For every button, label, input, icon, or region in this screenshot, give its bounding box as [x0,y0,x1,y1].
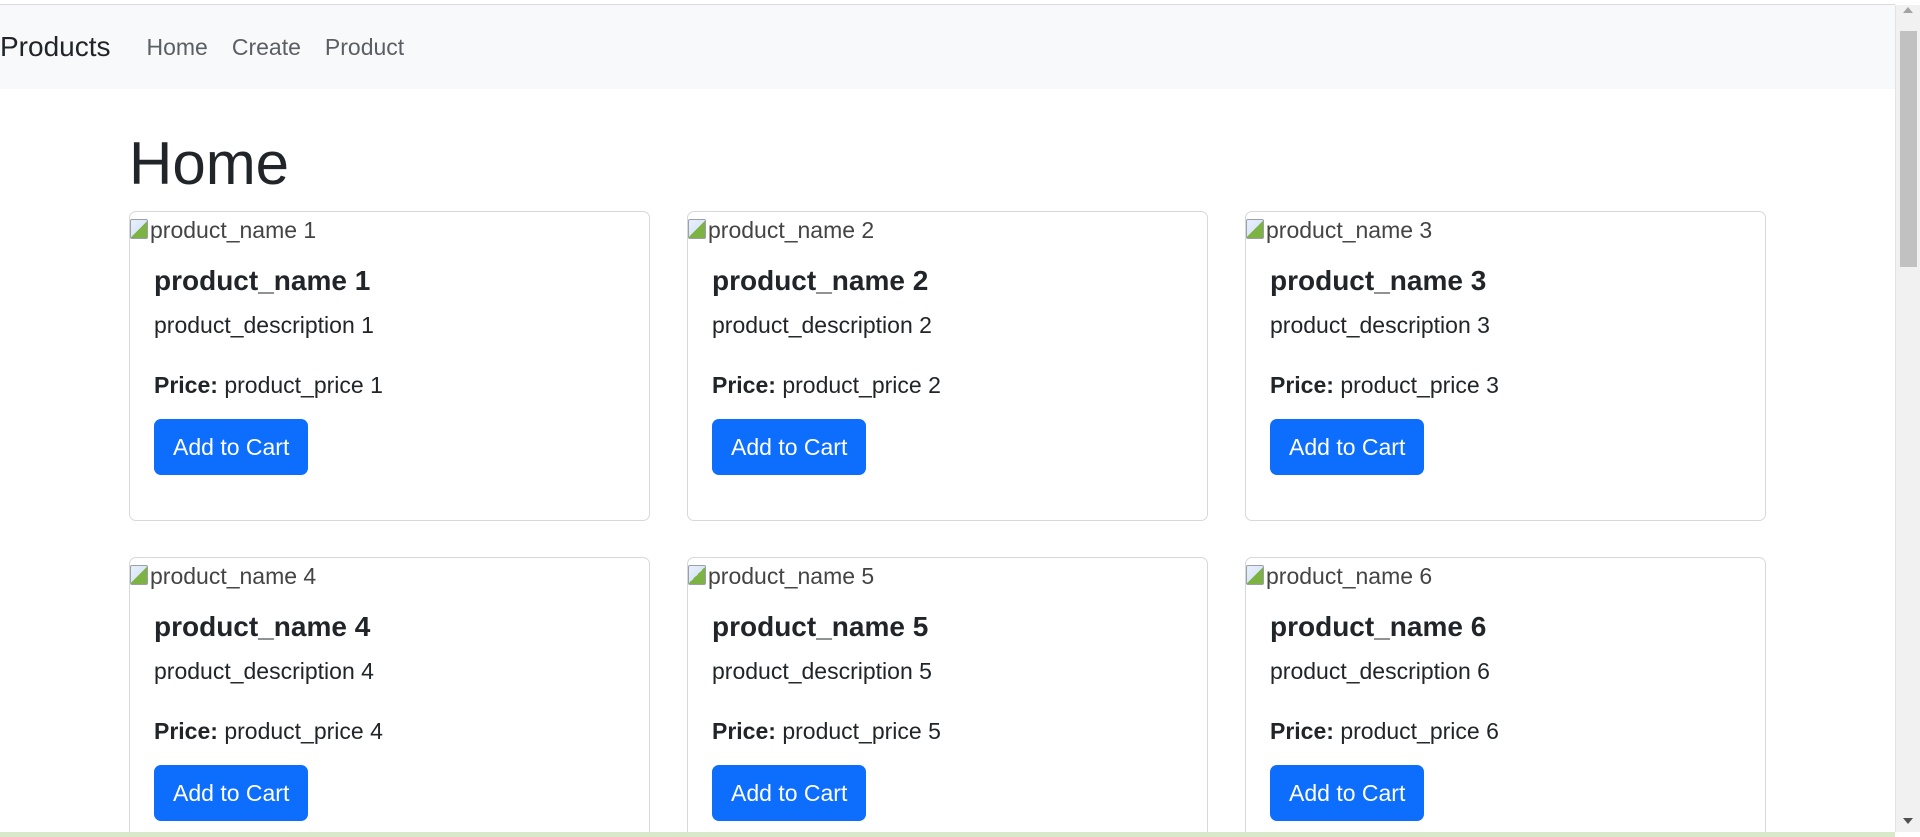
add-to-cart-button[interactable]: Add to Cart [1270,419,1425,475]
broken-image-icon [130,564,148,585]
nav-link-product[interactable]: Product [325,34,404,61]
product-description: product_description 5 [712,658,932,684]
price-value: product_price 2 [782,372,941,398]
main-container: Home product_name 1 product_name 1 produ… [129,89,1766,837]
product-card: product_name 1 product_name 1 product_de… [129,211,650,521]
nav-link-home[interactable]: Home [147,34,208,61]
scroll-up-arrow-icon[interactable] [1903,7,1913,13]
product-image: product_name 3 [1246,212,1765,249]
broken-image-icon [688,564,706,585]
product-image: product_name 2 [688,212,1207,249]
price-label: Price: [154,718,218,744]
product-name: product_name 6 [1270,611,1487,642]
product-image-alt: product_name 4 [150,563,317,589]
product-description: product_description 1 [154,312,374,338]
broken-image-icon [688,218,706,239]
price-label: Price: [154,372,218,398]
product-name: product_name 3 [1270,265,1487,296]
product-price: Price: product_price 1 [154,365,625,405]
product-image-alt: product_name 1 [150,217,317,243]
broken-image-icon [130,218,148,239]
navbar: Products Home Create Product [0,5,1895,89]
product-price: Price: product_price 6 [1270,711,1741,751]
price-label: Price: [1270,372,1334,398]
product-price: Price: product_price 2 [712,365,1183,405]
product-card: product_name 4 product_name 4 product_de… [129,557,650,837]
product-image: product_name 5 [688,558,1207,595]
vertical-scrollbar[interactable] [1895,5,1920,832]
price-label: Price: [712,372,776,398]
product-image: product_name 4 [130,558,649,595]
broken-image-icon [1246,564,1264,585]
price-value: product_price 1 [224,372,383,398]
card-body: product_name 4 product_description 4 Pri… [130,595,649,821]
add-to-cart-button[interactable]: Add to Cart [712,419,867,475]
navbar-brand[interactable]: Products [0,31,111,63]
scrollbar-thumb[interactable] [1900,31,1917,267]
product-card: product_name 3 product_name 3 product_de… [1245,211,1766,521]
page-title: Home [129,130,290,197]
price-value: product_price 3 [1340,372,1499,398]
product-image-alt: product_name 2 [708,217,875,243]
price-label: Price: [1270,718,1334,744]
product-description: product_description 4 [154,658,374,684]
price-value: product_price 4 [224,718,383,744]
product-image-alt: product_name 3 [1266,217,1433,243]
product-description: product_description 6 [1270,658,1490,684]
broken-image-icon [1246,218,1264,239]
card-body: product_name 5 product_description 5 Pri… [688,595,1207,821]
price-value: product_price 6 [1340,718,1499,744]
product-card: product_name 6 product_name 6 product_de… [1245,557,1766,837]
product-name: product_name 5 [712,611,929,642]
product-image: product_name 1 [130,212,649,249]
product-name: product_name 2 [712,265,929,296]
product-name: product_name 1 [154,265,371,296]
card-body: product_name 3 product_description 3 Pri… [1246,249,1765,475]
price-value: product_price 5 [782,718,941,744]
add-to-cart-button[interactable]: Add to Cart [154,419,309,475]
browser-bottom-edge [0,832,1895,837]
add-to-cart-button[interactable]: Add to Cart [154,765,309,821]
card-body: product_name 2 product_description 2 Pri… [688,249,1207,475]
product-name: product_name 4 [154,611,371,642]
add-to-cart-button[interactable]: Add to Cart [1270,765,1425,821]
product-image: product_name 6 [1246,558,1765,595]
card-body: product_name 6 product_description 6 Pri… [1246,595,1765,821]
card-body: product_name 1 product_description 1 Pri… [130,249,649,475]
scroll-down-arrow-icon[interactable] [1903,818,1913,824]
nav-link-create[interactable]: Create [232,34,301,61]
add-to-cart-button[interactable]: Add to Cart [712,765,867,821]
product-price: Price: product_price 3 [1270,365,1741,405]
product-card: product_name 2 product_name 2 product_de… [687,211,1208,521]
product-image-alt: product_name 6 [1266,563,1433,589]
product-description: product_description 2 [712,312,932,338]
product-grid: product_name 1 product_name 1 product_de… [129,211,1766,837]
product-price: Price: product_price 5 [712,711,1183,751]
product-image-alt: product_name 5 [708,563,875,589]
product-price: Price: product_price 4 [154,711,625,751]
product-description: product_description 3 [1270,312,1490,338]
price-label: Price: [712,718,776,744]
product-card: product_name 5 product_name 5 product_de… [687,557,1208,837]
